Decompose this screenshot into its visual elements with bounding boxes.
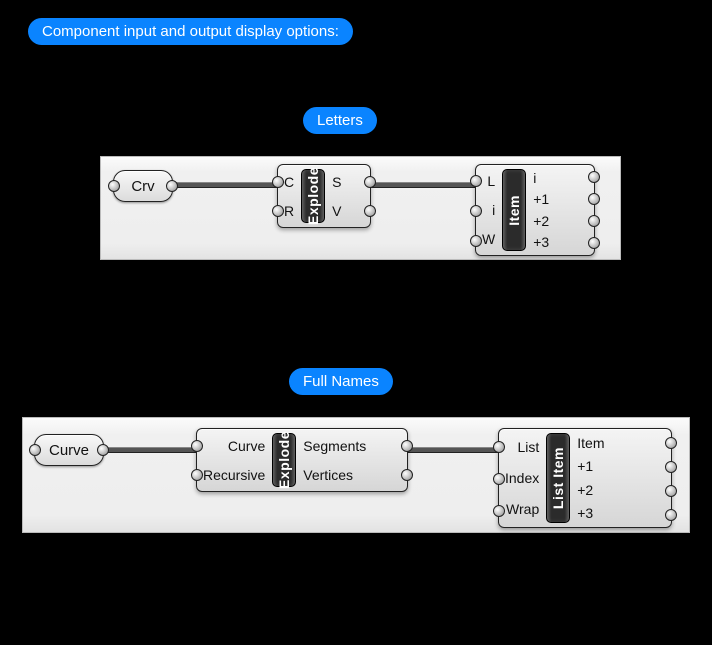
- grip: [191, 440, 203, 452]
- section-label-fullnames: Full Names: [289, 368, 393, 395]
- grip: [665, 437, 677, 449]
- grip: [588, 237, 600, 249]
- grip: [493, 473, 505, 485]
- input-port[interactable]: C: [284, 172, 294, 192]
- grip: [588, 193, 600, 205]
- grip: [665, 509, 677, 521]
- grip: [364, 205, 376, 217]
- input-port[interactable]: W: [482, 229, 495, 249]
- grip: [493, 441, 505, 453]
- input-port[interactable]: Recursive: [203, 465, 265, 485]
- input-port[interactable]: List: [505, 437, 539, 457]
- output-port[interactable]: i: [533, 168, 549, 188]
- grip: [272, 205, 284, 217]
- output-port[interactable]: +2: [577, 480, 604, 500]
- input-port[interactable]: Curve: [203, 436, 265, 456]
- grip: [665, 461, 677, 473]
- output-port[interactable]: Item: [577, 433, 604, 453]
- component-name-plate: Item: [502, 169, 526, 251]
- header-pill: Component input and output display optio…: [28, 18, 353, 45]
- param-label: Curve: [49, 442, 89, 459]
- grip: [401, 440, 413, 452]
- input-port[interactable]: R: [284, 201, 294, 221]
- output-port[interactable]: +3: [533, 232, 549, 252]
- wire: [358, 182, 483, 188]
- output-port[interactable]: +1: [533, 189, 549, 209]
- grip: [493, 505, 505, 517]
- grip: [364, 176, 376, 188]
- component-item-letters[interactable]: L i W Item i +1 +2 +3: [475, 164, 595, 256]
- grip: [108, 180, 120, 192]
- input-port[interactable]: Wrap: [505, 499, 539, 519]
- grip: [272, 176, 284, 188]
- component-name-plate: Explode: [272, 433, 296, 487]
- grip: [191, 469, 203, 481]
- output-port[interactable]: V: [332, 201, 341, 221]
- output-port[interactable]: +2: [533, 211, 549, 231]
- grip: [97, 444, 109, 456]
- header-title: Component input and output display optio…: [42, 23, 339, 40]
- param-label: Crv: [131, 178, 154, 195]
- grip: [470, 175, 482, 187]
- grip: [588, 171, 600, 183]
- component-name-plate: List Item: [546, 433, 570, 523]
- output-port[interactable]: S: [332, 172, 341, 192]
- output-port[interactable]: Vertices: [303, 465, 366, 485]
- output-port[interactable]: +3: [577, 503, 604, 523]
- input-port[interactable]: Index: [505, 468, 539, 488]
- grip: [29, 444, 41, 456]
- component-name-plate: Explode: [301, 169, 325, 223]
- param-curve-letters[interactable]: Crv: [113, 170, 173, 202]
- grip: [665, 485, 677, 497]
- grip: [401, 469, 413, 481]
- grip: [166, 180, 178, 192]
- input-port[interactable]: i: [482, 200, 495, 220]
- param-curve-fullnames[interactable]: Curve: [34, 434, 104, 466]
- component-listitem-fullnames[interactable]: List Index Wrap List Item Item +1 +2 +3: [498, 428, 672, 528]
- grip: [588, 215, 600, 227]
- grip: [470, 205, 482, 217]
- output-port[interactable]: Segments: [303, 436, 366, 456]
- output-port[interactable]: +1: [577, 456, 604, 476]
- section-label-letters: Letters: [303, 107, 377, 134]
- input-port[interactable]: L: [482, 171, 495, 191]
- component-explode-fullnames[interactable]: Curve Recursive Explode Segments Vertice…: [196, 428, 408, 492]
- component-explode-letters[interactable]: C R Explode S V: [277, 164, 371, 228]
- grip: [470, 235, 482, 247]
